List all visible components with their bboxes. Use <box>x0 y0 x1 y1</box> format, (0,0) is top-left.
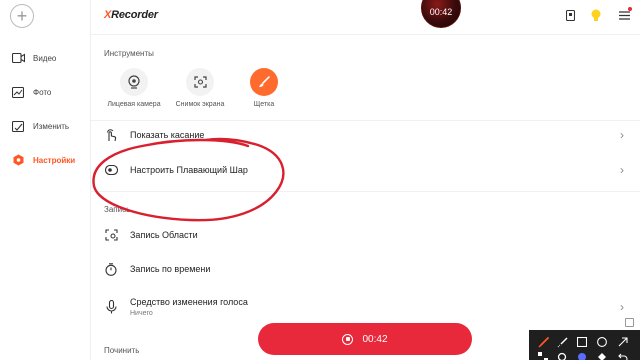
resize-handle-icon[interactable] <box>625 318 634 327</box>
grid-icon[interactable] <box>537 351 549 360</box>
tool-brush[interactable]: Щетка <box>234 68 294 108</box>
repair-section-label: Починить <box>104 346 140 355</box>
divider <box>91 191 640 192</box>
sidebar-item-settings[interactable]: Настройки <box>0 148 91 172</box>
app-logo: XRecorder <box>104 9 158 21</box>
drawing-toolbar <box>529 330 640 360</box>
area-record-icon <box>104 228 118 242</box>
lightbulb-icon[interactable] <box>589 8 603 22</box>
sidebar-item-edit[interactable]: Изменить <box>0 114 91 138</box>
add-button[interactable]: + <box>10 4 34 28</box>
rectangle-icon[interactable] <box>576 336 588 348</box>
sidebar: + Видео Фото Изменить Настройки <box>0 0 91 360</box>
sidebar-item-label: Видео <box>33 53 57 63</box>
chevron-right-icon: › <box>620 163 624 177</box>
row-label: Запись Области <box>130 230 198 240</box>
eraser-icon[interactable] <box>596 351 608 360</box>
edit-icon <box>11 119 25 133</box>
row-label: Настроить Плавающий Шар <box>130 165 248 175</box>
settings-gear-icon[interactable] <box>556 351 568 360</box>
tool-label: Лицевая камера <box>107 101 161 108</box>
record-section-label: Запись <box>104 205 131 214</box>
brush-icon <box>250 68 278 96</box>
area-record-row[interactable]: Запись Области <box>91 220 640 250</box>
row-label: Запись по времени <box>130 264 211 274</box>
voice-changer-row[interactable]: Средство изменения голоса Ничего › <box>91 291 640 323</box>
floating-bubble[interactable]: 00:42 <box>421 0 461 28</box>
tool-face-camera[interactable]: Лицевая камера <box>104 68 164 108</box>
plus-icon: + <box>16 6 28 26</box>
voice-changer-text: Средство изменения голоса Ничего <box>130 297 248 317</box>
timer-icon <box>104 262 118 276</box>
microphone-icon <box>104 300 118 314</box>
timed-record-row[interactable]: Запись по времени <box>91 254 640 284</box>
notification-dot <box>628 7 632 11</box>
color-picker-icon[interactable] <box>576 351 588 360</box>
record-ball-icon <box>104 163 118 177</box>
header-divider <box>91 34 640 35</box>
circle-icon[interactable] <box>596 336 608 348</box>
sidebar-item-label: Изменить <box>33 121 70 131</box>
arrow-icon[interactable] <box>617 336 629 348</box>
sidebar-item-video[interactable]: Видео <box>0 46 91 70</box>
sidebar-item-label: Настройки <box>33 155 76 165</box>
row-label: Показать касание <box>130 130 205 140</box>
pen-icon[interactable] <box>537 336 549 348</box>
chevron-right-icon: › <box>620 128 624 142</box>
sidebar-item-photo[interactable]: Фото <box>0 80 91 104</box>
video-icon <box>11 51 25 65</box>
record-time: 00:42 <box>362 333 388 345</box>
floating-bubble-time: 00:42 <box>429 7 453 17</box>
webcam-icon <box>120 68 148 96</box>
tool-label: Снимок экрана <box>175 101 225 108</box>
undo-icon[interactable] <box>617 351 629 360</box>
record-stop-button[interactable]: 00:42 <box>258 323 472 355</box>
row-value: Ничего <box>130 310 153 317</box>
image-icon <box>11 85 25 99</box>
stop-icon <box>342 333 354 345</box>
floating-ball-row[interactable]: Настроить Плавающий Шар › <box>91 155 640 185</box>
menu-icon[interactable] <box>617 7 632 22</box>
settings-icon <box>11 153 25 167</box>
highlighter-icon[interactable] <box>556 336 568 348</box>
tool-screenshot[interactable]: Снимок экрана <box>170 68 230 108</box>
tools-section-label: Инструменты <box>104 49 154 58</box>
screenshot-icon <box>186 68 214 96</box>
sidebar-item-label: Фото <box>33 87 52 97</box>
chevron-right-icon: › <box>620 300 624 314</box>
touch-icon <box>104 128 118 142</box>
trash-icon[interactable] <box>563 8 577 22</box>
tool-label: Щетка <box>253 101 275 108</box>
show-touch-row[interactable]: Показать касание › <box>91 120 640 150</box>
row-label: Средство изменения голоса <box>130 297 248 307</box>
